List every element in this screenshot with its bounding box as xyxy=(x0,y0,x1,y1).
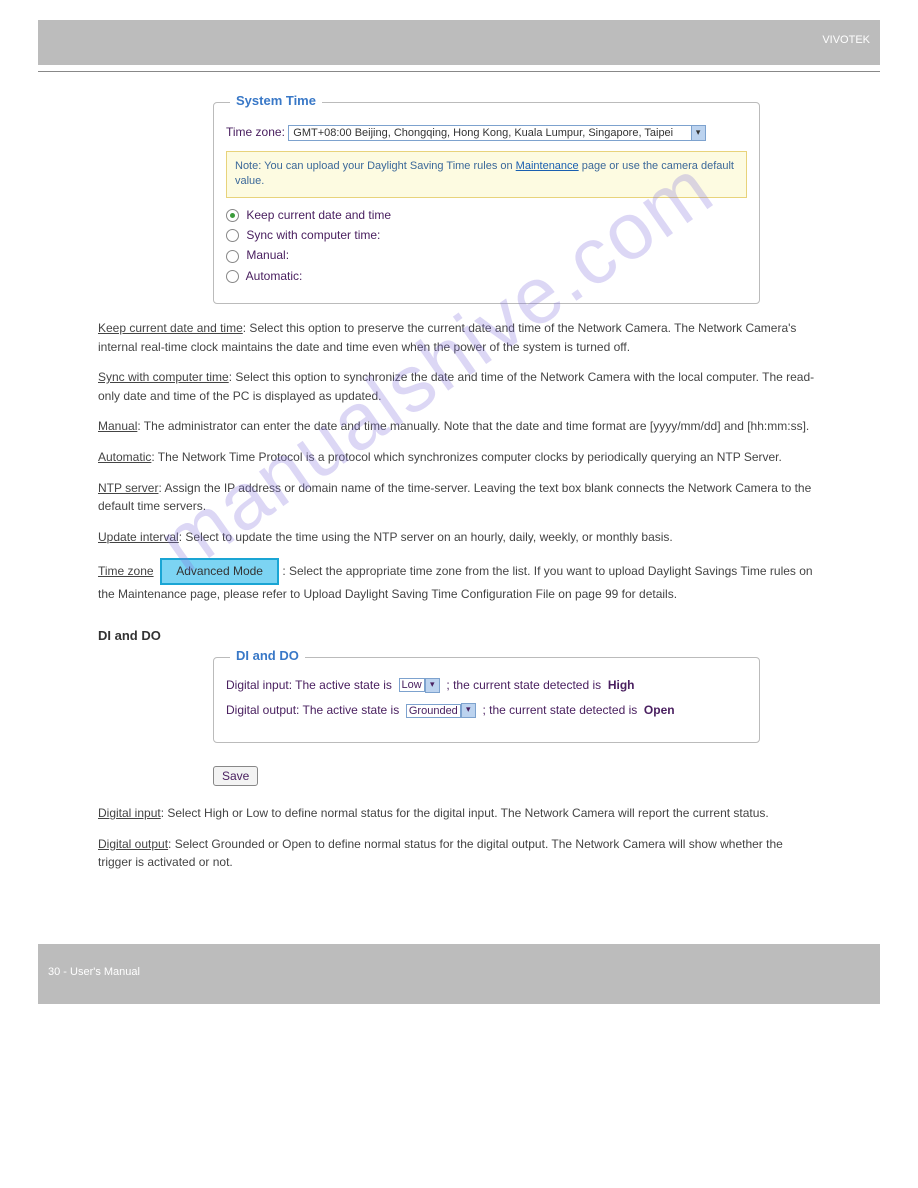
para-manual-t: : The administrator can enter the date a… xyxy=(137,419,809,433)
para-tz-link: Upload Daylight Saving Time Configuratio… xyxy=(303,587,618,601)
para-ntp-u: NTP server xyxy=(98,481,158,495)
dido-legend: DI and DO xyxy=(230,648,305,663)
chevron-down-icon[interactable]: ▾ xyxy=(461,703,476,718)
di-state: High xyxy=(608,678,635,692)
para-interval-u: Update interval xyxy=(98,530,179,544)
radio-manual[interactable] xyxy=(226,250,239,263)
footer-band: 30 - User's Manual xyxy=(38,944,880,1004)
radio-keep-label: Keep current date and time xyxy=(246,208,391,222)
footer-page-left: 30 - User's Manual xyxy=(48,966,140,978)
para-manual-u: Manual xyxy=(98,419,137,433)
radio-auto-row[interactable]: Automatic: xyxy=(226,269,747,283)
di-before: Digital input: The active state is xyxy=(226,678,392,692)
para-tz-t2: for details. xyxy=(618,587,677,601)
maintenance-link[interactable]: Maintenance xyxy=(516,160,579,172)
para-interval: Update interval: Select to update the ti… xyxy=(98,528,820,547)
do-before: Digital output: The active state is xyxy=(226,703,399,717)
chevron-down-icon[interactable]: ▾ xyxy=(425,678,440,693)
para-auto-t: : The Network Time Protocol is a protoco… xyxy=(151,450,782,464)
system-time-legend: System Time xyxy=(230,93,322,108)
radio-keep[interactable] xyxy=(226,209,239,222)
para-do-t: : Select Grounded or Open to define norm… xyxy=(98,837,783,870)
para-do-u: Digital output xyxy=(98,837,168,851)
para-sync: Sync with computer time: Select this opt… xyxy=(98,368,820,405)
dido-panel: DI and DO Digital input: The active stat… xyxy=(213,657,760,744)
para-di-u: Digital input xyxy=(98,806,161,820)
timezone-label: Time zone: xyxy=(226,125,285,139)
dst-note: Note: You can upload your Daylight Savin… xyxy=(226,151,747,198)
di-select[interactable]: Low xyxy=(399,678,425,692)
para-sync-u: Sync with computer time xyxy=(98,370,229,384)
para-interval-t: : Select to update the time using the NT… xyxy=(179,530,673,544)
do-select-value: Grounded xyxy=(409,705,458,717)
para-ntp-t: : Assign the IP address or domain name o… xyxy=(98,481,811,514)
para-keep-u: Keep current date and time xyxy=(98,321,243,335)
do-state: Open xyxy=(644,703,675,717)
timezone-row: Time zone: GMT+08:00 Beijing, Chongqing,… xyxy=(226,125,747,141)
radio-manual-label: Manual: xyxy=(246,248,289,262)
di-select-value: Low xyxy=(402,679,422,691)
para-do: Digital output: Select Grounded or Open … xyxy=(98,835,820,872)
header-divider xyxy=(38,71,880,72)
radio-keep-row[interactable]: Keep current date and time xyxy=(226,208,747,222)
para-tz: Time zone Advanced Mode : Select the app… xyxy=(98,558,820,603)
radio-auto-label: Automatic: xyxy=(246,269,303,283)
timezone-select-value: GMT+08:00 Beijing, Chongqing, Hong Kong,… xyxy=(293,127,673,139)
dido-heading: DI and DO xyxy=(98,628,820,643)
para-keep: Keep current date and time: Select this … xyxy=(98,319,820,356)
di-after: ; the current state detected is xyxy=(446,678,601,692)
radio-manual-row[interactable]: Manual: xyxy=(226,248,747,262)
chevron-down-icon[interactable]: ▾ xyxy=(690,125,706,141)
radio-sync-row[interactable]: Sync with computer time: xyxy=(226,228,747,242)
advanced-mode-badge: Advanced Mode xyxy=(160,558,279,585)
timezone-select[interactable]: GMT+08:00 Beijing, Chongqing, Hong Kong,… xyxy=(288,125,692,141)
para-di-t: : Select High or Low to define normal st… xyxy=(161,806,769,820)
dst-note-before: Note: You can upload your Daylight Savin… xyxy=(235,160,516,172)
digital-input-row: Digital input: The active state is Low ▾… xyxy=(226,678,747,693)
digital-output-row: Digital output: The active state is Grou… xyxy=(226,703,747,718)
radio-sync[interactable] xyxy=(226,229,239,242)
para-tz-u: Time zone xyxy=(98,564,154,578)
para-auto-u: Automatic xyxy=(98,450,151,464)
radio-sync-label: Sync with computer time: xyxy=(246,228,380,242)
do-after: ; the current state detected is xyxy=(482,703,637,717)
page-content: System Time Time zone: GMT+08:00 Beijing… xyxy=(0,102,918,914)
do-select[interactable]: Grounded xyxy=(406,704,461,718)
header-band: VIVOTEK xyxy=(38,20,880,65)
header-brand: VIVOTEK xyxy=(38,20,880,46)
save-button[interactable]: Save xyxy=(213,766,258,786)
para-manual: Manual: The administrator can enter the … xyxy=(98,417,820,436)
system-time-panel: System Time Time zone: GMT+08:00 Beijing… xyxy=(213,102,760,304)
para-di: Digital input: Select High or Low to def… xyxy=(98,804,820,823)
para-auto: Automatic: The Network Time Protocol is … xyxy=(98,448,820,467)
para-ntp: NTP server: Assign the IP address or dom… xyxy=(98,479,820,516)
radio-auto[interactable] xyxy=(226,270,239,283)
